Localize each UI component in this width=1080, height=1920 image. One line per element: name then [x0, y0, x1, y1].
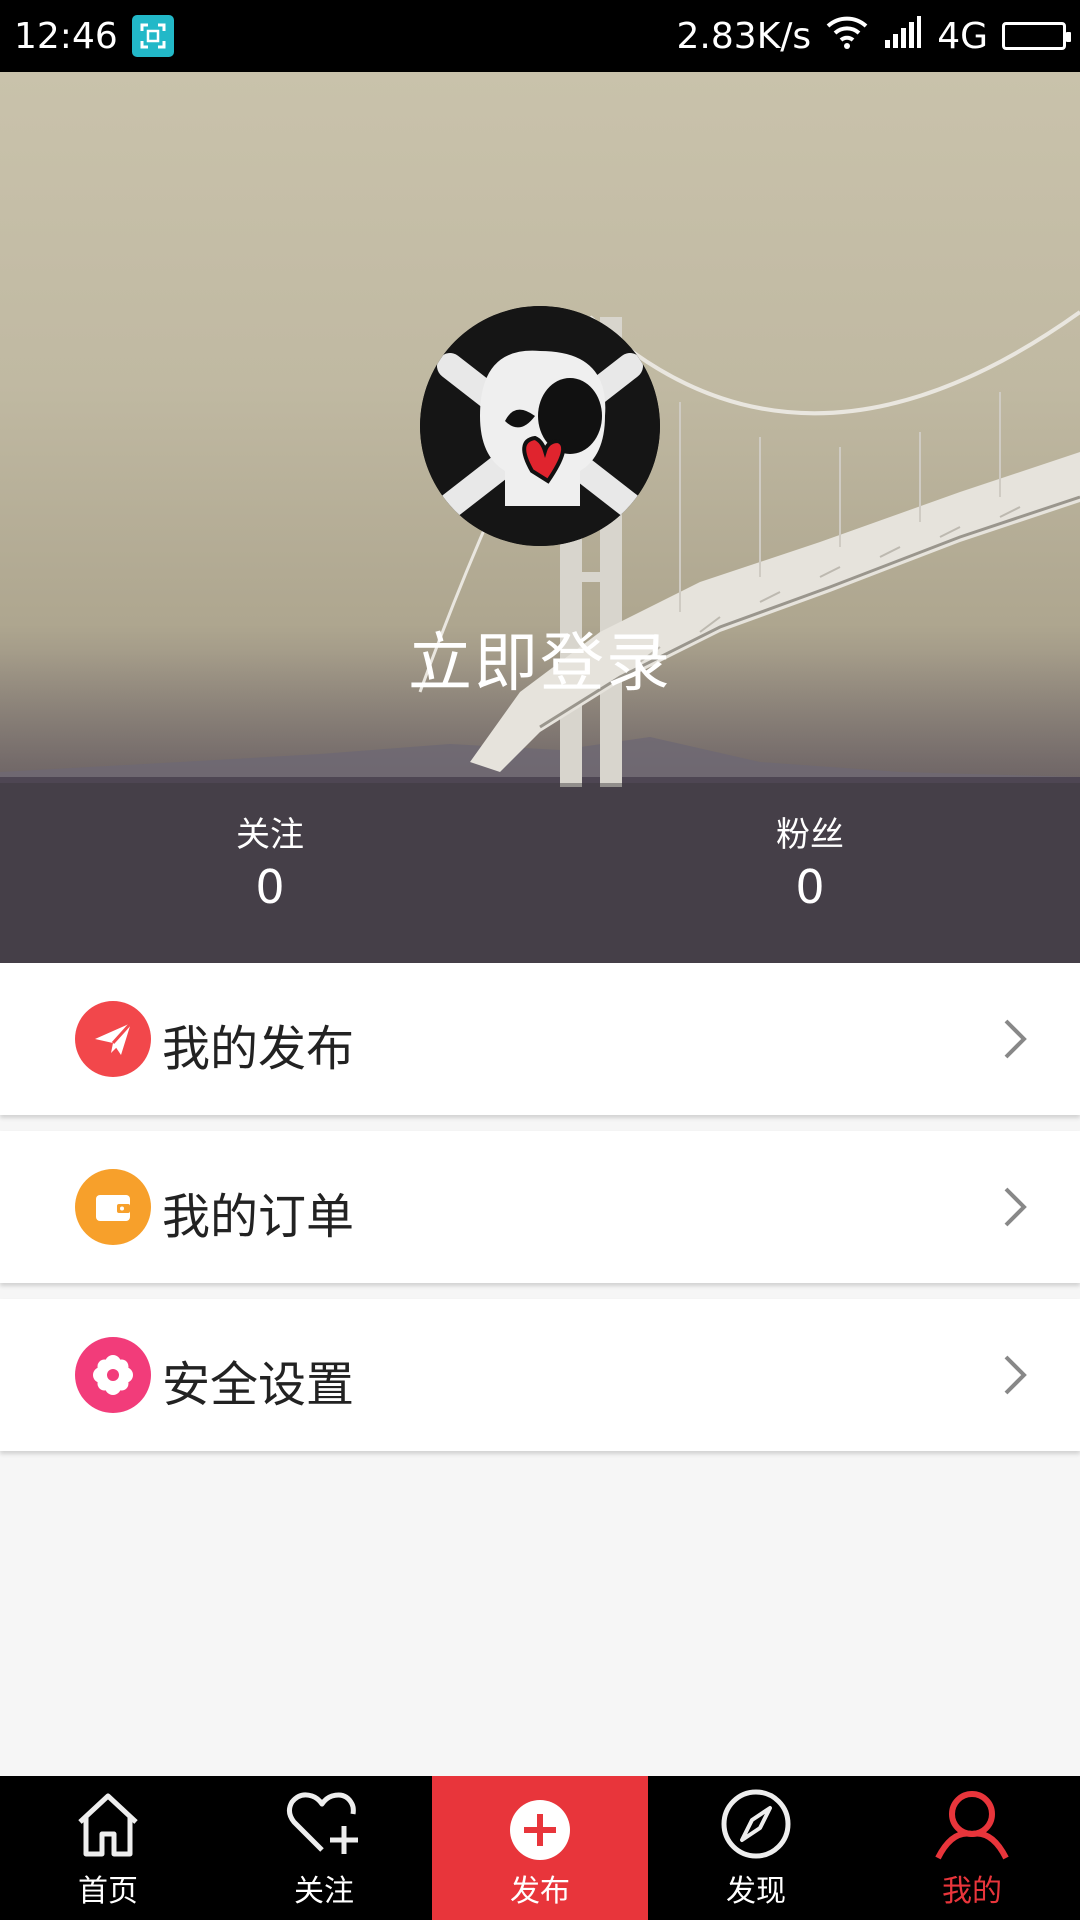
- home-icon: [78, 1793, 138, 1857]
- nav-label: 关注: [294, 1874, 354, 1909]
- wifi-icon: [825, 14, 869, 59]
- menu-label: 我的订单: [162, 1189, 355, 1245]
- paper-plane-icon: [75, 1001, 151, 1077]
- network-speed: 2.83K/s: [676, 15, 812, 57]
- user-icon: [935, 1791, 1009, 1860]
- profile-header: 立即登录 关注 0 粉丝 0: [0, 72, 1080, 963]
- nav-label: 我的: [942, 1874, 1002, 1909]
- nav-follow[interactable]: 关注: [216, 1776, 432, 1920]
- status-time: 12:46: [14, 15, 118, 57]
- chevron-right-icon: [1004, 1187, 1027, 1227]
- nav-publish[interactable]: 发布: [432, 1776, 648, 1920]
- menu-label: 我的发布: [162, 1021, 355, 1077]
- menu-label: 安全设置: [162, 1357, 355, 1413]
- followers-stat[interactable]: 粉丝 0: [540, 783, 1080, 963]
- heart-plus-icon: [286, 1792, 358, 1854]
- network-type: 4G: [937, 15, 988, 57]
- menu-item-my-posts[interactable]: 我的发布: [0, 963, 1080, 1115]
- skull-avatar-icon: [420, 306, 660, 546]
- flower-gear-icon: [75, 1337, 151, 1413]
- compass-icon: [721, 1789, 791, 1859]
- menu-item-my-orders[interactable]: 我的订单: [0, 1131, 1080, 1283]
- following-count: 0: [255, 860, 285, 914]
- following-stat[interactable]: 关注 0: [0, 783, 540, 963]
- nav-label: 发现: [726, 1874, 786, 1909]
- plus-circle-icon: [510, 1800, 570, 1860]
- followers-label: 粉丝: [776, 815, 844, 855]
- nav-me[interactable]: 我的: [864, 1776, 1080, 1920]
- login-link[interactable]: 立即登录: [0, 612, 1080, 704]
- status-bar: 12:46 2.83K/s 4G: [0, 0, 1080, 72]
- nav-label: 首页: [78, 1874, 138, 1909]
- stats-bar: 关注 0 粉丝 0: [0, 783, 1080, 963]
- signal-icon: [883, 14, 923, 59]
- menu-item-security-settings[interactable]: 安全设置: [0, 1299, 1080, 1451]
- nav-discover[interactable]: 发现: [648, 1776, 864, 1920]
- following-label: 关注: [236, 815, 304, 855]
- screenshot-icon: [131, 15, 174, 57]
- avatar[interactable]: [420, 306, 660, 546]
- followers-count: 0: [795, 860, 825, 914]
- wallet-icon: [75, 1169, 151, 1245]
- nav-label: 发布: [510, 1874, 570, 1909]
- battery-icon: [1002, 22, 1071, 50]
- chevron-right-icon: [1004, 1019, 1027, 1059]
- bottom-navigation: 首页 关注 发布 发现 我的: [0, 1776, 1080, 1920]
- chevron-right-icon: [1004, 1355, 1027, 1395]
- nav-home[interactable]: 首页: [0, 1776, 216, 1920]
